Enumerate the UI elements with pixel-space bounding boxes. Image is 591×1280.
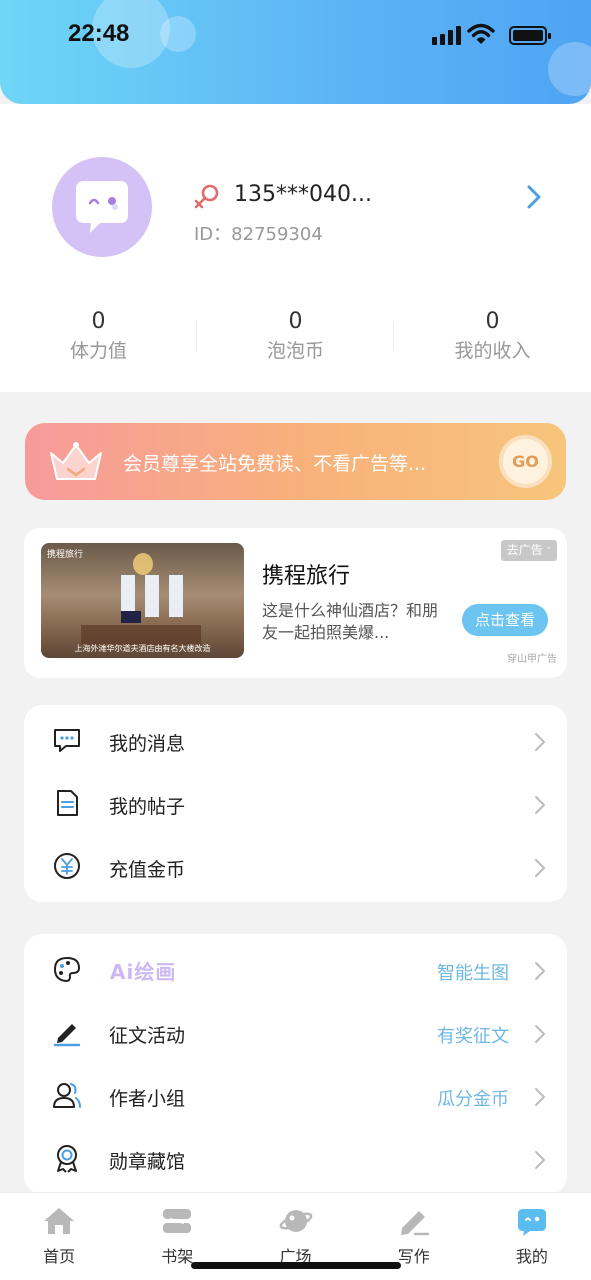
menu-group-2: Ai绘画 智能生图 征文活动 有奖征文 作者小组 瓜分金币 勋章藏馆 [24,934,567,1194]
document-icon [57,790,78,816]
chevron-right-icon [535,859,546,877]
remove-ad-button[interactable]: 去广告 ˅ [500,540,557,561]
stat-label: 体力值 [69,340,127,362]
menu-label: 征文活动 [109,1025,186,1047]
status-time: 22:48 [68,20,130,47]
crown-icon [50,442,102,480]
chevron-right-icon [535,1151,546,1169]
palette-icon [53,956,81,983]
stat-value: 0 [485,309,500,334]
profile-section[interactable]: 135***040... ID：82759304 0 体力值 0 泡泡币 0 我… [0,104,591,392]
status-bar: 22:48 [0,0,591,104]
avatar[interactable] [52,157,152,257]
stat-label: 我的收入 [454,340,531,362]
pen-icon [53,1024,81,1047]
ad-image[interactable]: 携程旅行 上海外滩华尔道夫酒店由有名大楼改造 [41,543,244,658]
stats-row: 0 体力值 0 泡泡币 0 我的收入 [0,309,591,363]
tab-home[interactable]: 首页 [0,1193,118,1280]
menu-label: 我的帖子 [109,796,186,818]
menu-extra: 智能生图 [437,963,509,984]
menu-label: 充值金币 [109,859,186,881]
chevron-down-icon: ˅ [546,547,552,557]
female-gender-icon [194,184,219,209]
write-icon [400,1211,429,1236]
chevron-right-icon[interactable] [522,182,546,212]
medal-icon [57,1145,77,1173]
chevron-right-icon [535,962,546,980]
ai-painting-logo: Ai绘画 [110,960,177,984]
message-icon [54,729,80,752]
menu-item-posts[interactable]: 我的帖子 [24,772,567,835]
tab-label: 首页 [43,1247,76,1266]
menu-label: 作者小组 [109,1088,186,1110]
chevron-right-icon [535,733,546,751]
stat-label: 泡泡币 [266,340,324,362]
cellular-signal-icon [432,26,461,45]
menu-extra: 有奖征文 [437,1026,509,1047]
menu-item-essay-contest[interactable]: 征文活动 有奖征文 [24,1001,567,1064]
menu-item-messages[interactable]: 我的消息 [24,709,567,772]
stat-stamina[interactable]: 0 体力值 [0,309,197,363]
avatar-bubble-icon [76,181,128,233]
vip-banner-text: 会员尊享全站免费读、不看广告等... [123,453,427,475]
group-icon [53,1083,81,1108]
tab-label: 我的 [515,1247,548,1266]
vip-banner[interactable]: 会员尊享全站免费读、不看广告等... GO [25,423,566,500]
menu-item-ai-painting[interactable]: Ai绘画 智能生图 [24,938,567,1001]
menu-label: 勋章藏馆 [109,1151,186,1173]
menu-label: 我的消息 [109,733,186,755]
stat-income[interactable]: 0 我的收入 [394,309,591,363]
vip-go-button[interactable]: GO [499,435,552,488]
stat-bubble-coins[interactable]: 0 泡泡币 [197,309,394,363]
ad-image-caption: 上海外滩华尔道夫酒店由有名大楼改造 [74,644,211,653]
ad-image-brand: 携程旅行 [47,550,84,560]
menu-group-1: 我的消息 我的帖子 充值金币 [24,705,567,902]
menu-item-recharge[interactable]: 充值金币 [24,835,567,898]
stat-value: 0 [91,309,106,334]
remove-ad-label: 去广告 [506,543,543,557]
ad-view-button[interactable]: 点击查看 [462,604,548,636]
username: 135***040... [234,182,372,207]
menu-item-medal-hall[interactable]: 勋章藏馆 [24,1127,567,1190]
menu-item-author-group[interactable]: 作者小组 瓜分金币 [24,1064,567,1127]
chevron-right-icon [535,1025,546,1043]
home-icon [44,1208,75,1234]
user-id: ID：82759304 [194,224,323,245]
ad-title: 携程旅行 [262,564,351,589]
battery-icon [509,26,551,45]
menu-extra: 瓜分金币 [437,1089,509,1110]
ad-card[interactable]: 携程旅行 上海外滩华尔道夫酒店由有名大楼改造 携程旅行 这是什么神仙酒店？和朋友… [24,528,567,678]
ad-source-label: 穿山甲广告 [507,654,557,665]
wifi-icon [467,23,495,44]
home-indicator [191,1262,401,1269]
tab-mine[interactable]: 我的 [473,1193,591,1280]
planet-icon [279,1210,312,1232]
chevron-right-icon [535,796,546,814]
chevron-right-icon [535,1088,546,1106]
bookshelf-icon [163,1209,192,1233]
yuan-coin-icon [54,853,80,879]
profile-bubble-icon [517,1209,546,1236]
ad-description: 这是什么神仙酒店？和朋友一起拍照美爆... [262,601,439,642]
stat-value: 0 [288,309,303,334]
